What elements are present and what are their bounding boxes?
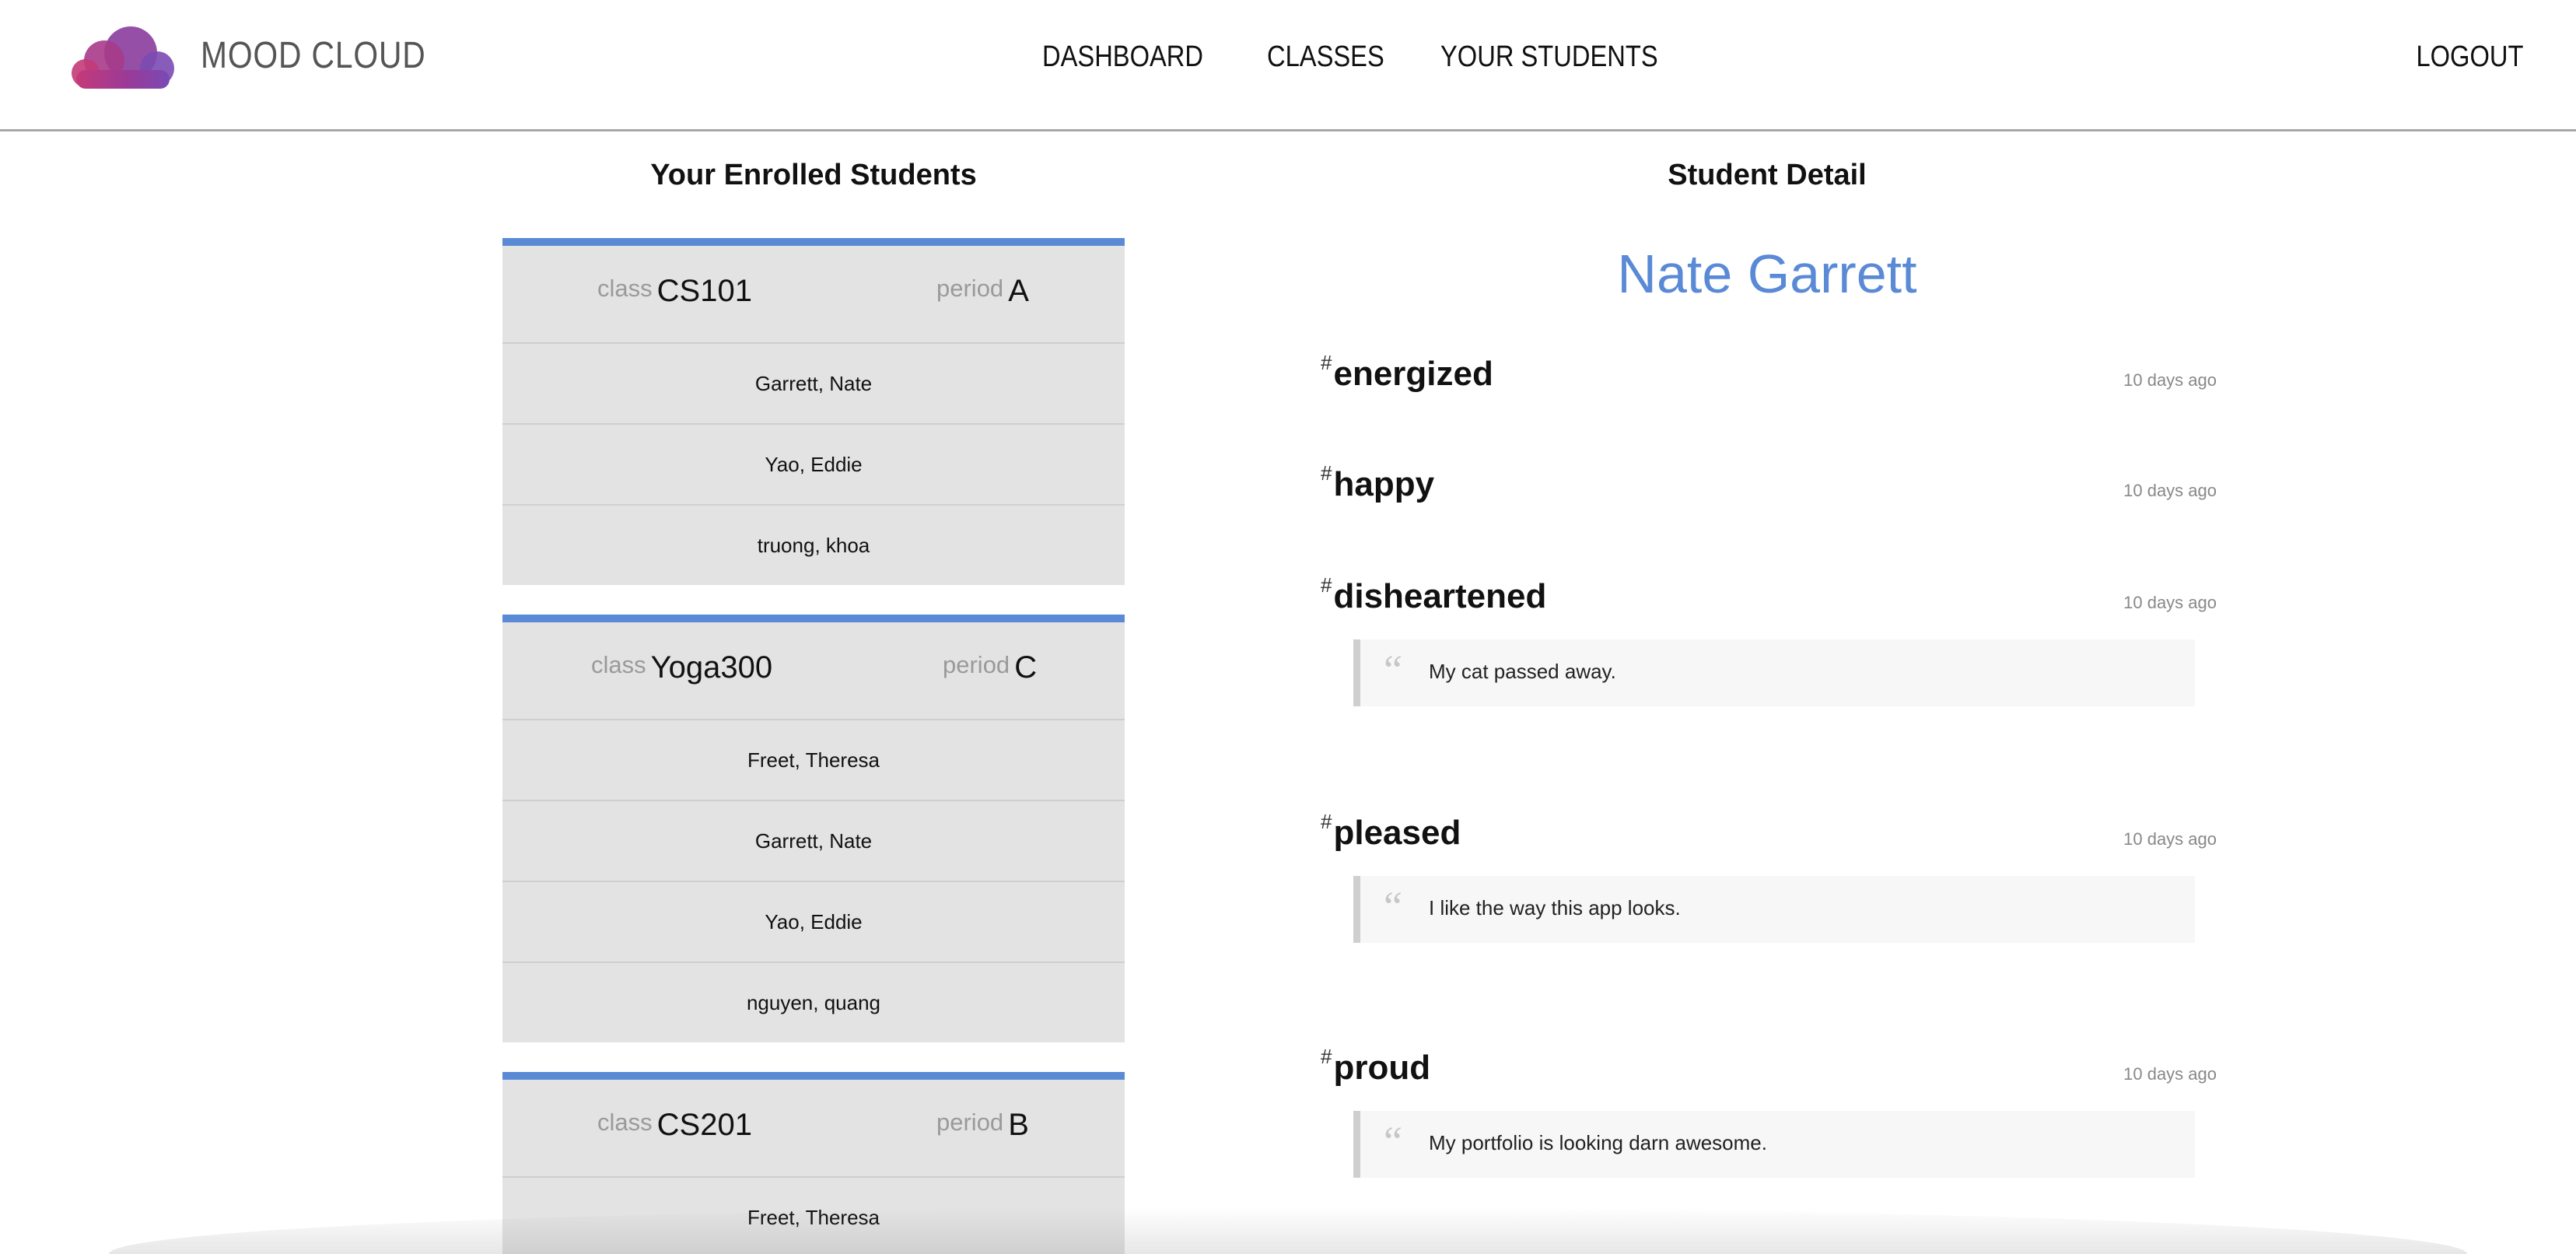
- class-header: class CS101 period A: [502, 246, 1125, 344]
- student-row[interactable]: Garrett, Nate: [502, 344, 1125, 425]
- mood-tag: #disheartened: [1321, 573, 1547, 616]
- enrolled-students-panel: Your Enrolled Students class CS101 perio…: [502, 129, 1125, 1254]
- mood-timestamp: 10 days ago: [2123, 829, 2217, 849]
- class-label: class: [597, 1109, 653, 1136]
- class-name: CS201: [656, 1108, 752, 1142]
- brand-name[interactable]: MOOD CLOUD: [201, 34, 426, 77]
- mood-tag-text: happy: [1333, 465, 1435, 503]
- student-row[interactable]: Yao, Eddie: [502, 882, 1125, 963]
- period-label: period: [943, 651, 1010, 678]
- class-header: class Yoga300 period C: [502, 622, 1125, 720]
- hash-icon: #: [1321, 461, 1332, 485]
- mood-timestamp: 10 days ago: [2123, 370, 2217, 390]
- student-name: Nate Garrett: [1617, 243, 1917, 304]
- class-card: class Yoga300 period C Freet, Theresa Ga…: [502, 615, 1125, 1042]
- logout-link[interactable]: LOGOUT: [2416, 40, 2523, 74]
- hash-icon: #: [1321, 1045, 1332, 1068]
- class-card: class CS201 period B Freet, Theresa: [502, 1072, 1125, 1254]
- mood-note-text: My cat passed away.: [1429, 660, 1616, 683]
- class-name: Yoga300: [650, 650, 773, 685]
- quote-icon: “: [1384, 1118, 1402, 1165]
- main-nav: DASHBOARD CLASSES YOUR STUDENTS: [1042, 40, 1693, 74]
- mood-note-text: I like the way this app looks.: [1429, 896, 1681, 919]
- mood-tag: #proud: [1321, 1045, 1431, 1088]
- class-name: CS101: [656, 274, 752, 308]
- mood-timestamp: 10 days ago: [2123, 481, 2217, 500]
- mood-tag-text: pleased: [1333, 814, 1461, 852]
- class-label: class: [597, 275, 653, 302]
- period-label: period: [936, 1109, 1004, 1136]
- mood-note: “ My cat passed away.: [1353, 639, 2195, 706]
- top-navbar: MOOD CLOUD DASHBOARD CLASSES YOUR STUDEN…: [0, 0, 2576, 131]
- student-row[interactable]: truong, khoa: [502, 506, 1125, 585]
- student-row[interactable]: Freet, Theresa: [502, 1178, 1125, 1254]
- hash-icon: #: [1321, 351, 1332, 374]
- mood-tag: #pleased: [1321, 810, 1461, 853]
- student-row[interactable]: Yao, Eddie: [502, 425, 1125, 506]
- mood-timestamp: 10 days ago: [2123, 593, 2217, 612]
- hash-icon: #: [1321, 573, 1332, 597]
- quote-icon: “: [1384, 646, 1402, 693]
- mood-note: “ I like the way this app looks.: [1353, 876, 2195, 943]
- mood-note-text: My portfolio is looking darn awesome.: [1429, 1131, 1767, 1154]
- mood-note: “ My portfolio is looking darn awesome.: [1353, 1111, 2195, 1178]
- nav-your-students[interactable]: YOUR STUDENTS: [1440, 40, 1658, 74]
- cloud-logo-icon[interactable]: [65, 25, 176, 89]
- hash-icon: #: [1321, 810, 1332, 833]
- class-period: C: [1014, 650, 1038, 685]
- mood-timestamp: 10 days ago: [2123, 1064, 2217, 1084]
- mood-tag-text: energized: [1333, 355, 1493, 393]
- nav-dashboard[interactable]: DASHBOARD: [1042, 40, 1203, 74]
- mood-tag: #energized: [1321, 351, 1493, 394]
- student-row[interactable]: nguyen, quang: [502, 963, 1125, 1042]
- quote-icon: “: [1384, 883, 1402, 930]
- mood-tag-text: proud: [1333, 1049, 1431, 1087]
- student-detail-title: Student Detail: [1668, 159, 1867, 191]
- student-row[interactable]: Garrett, Nate: [502, 801, 1125, 882]
- period-label: period: [936, 275, 1004, 302]
- student-row[interactable]: Freet, Theresa: [502, 720, 1125, 801]
- enrolled-students-title: Your Enrolled Students: [650, 159, 977, 191]
- class-period: A: [1008, 274, 1029, 308]
- mood-tag-text: disheartened: [1333, 577, 1547, 615]
- class-header: class CS201 period B: [502, 1080, 1125, 1178]
- class-period: B: [1008, 1108, 1029, 1142]
- mood-tag: #happy: [1321, 461, 1435, 504]
- class-label: class: [591, 651, 646, 678]
- student-detail-panel: Student Detail Nate Garrett #energized 1…: [1318, 129, 2217, 1254]
- nav-classes[interactable]: CLASSES: [1267, 40, 1384, 74]
- class-card: class CS101 period A Garrett, Nate Yao, …: [502, 238, 1125, 585]
